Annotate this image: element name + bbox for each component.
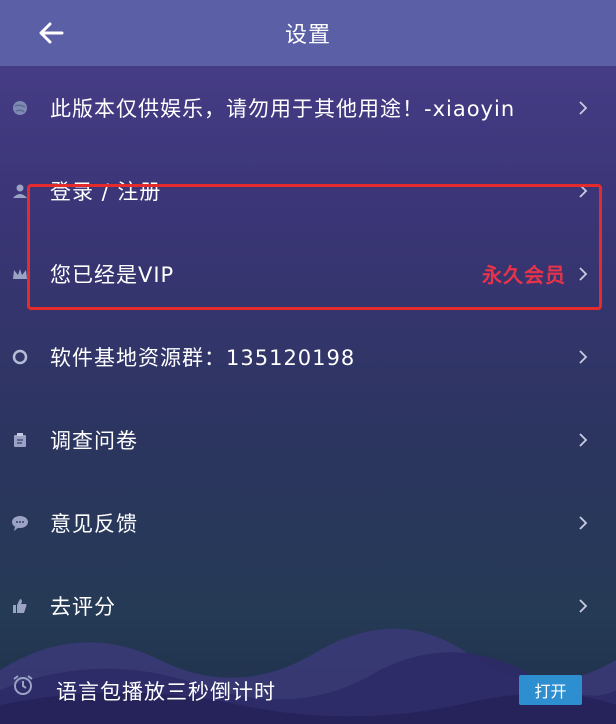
alarm-clock-icon [12, 674, 34, 700]
chevron-right-icon [576, 513, 590, 533]
countdown-setting-row: 语言包播放三秒倒计时 打开 [0, 652, 616, 724]
clipboard-icon [10, 430, 30, 450]
circle-icon [10, 347, 30, 367]
chevron-right-icon [576, 430, 590, 450]
settings-item-label: 此版本仅供娱乐，请勿用于其他用途！-xiaoyin [50, 96, 516, 121]
settings-item-label: 意见反馈 [50, 511, 138, 536]
settings-item-label: 调查问卷 [50, 428, 138, 453]
countdown-toggle-button[interactable]: 打开 [519, 675, 582, 705]
user-icon [10, 181, 30, 201]
chevron-right-icon [576, 264, 590, 284]
chat-bubble-icon [10, 513, 30, 533]
settings-item-vip[interactable]: 您已经是VIP 永久会员 [0, 232, 616, 315]
settings-item-label: 软件基地资源群：135120198 [50, 345, 356, 370]
page-title: 设置 [284, 23, 331, 48]
vip-status-badge: 永久会员 [482, 263, 566, 287]
settings-item-disclaimer[interactable]: 此版本仅供娱乐，请勿用于其他用途！-xiaoyin [0, 66, 616, 149]
settings-item-group[interactable]: 软件基地资源群：135120198 [0, 315, 616, 398]
crown-icon [10, 264, 30, 284]
app-header: 设置 [0, 0, 616, 66]
settings-item-login[interactable]: 登录 / 注册 [0, 149, 616, 232]
back-button[interactable] [34, 16, 68, 50]
settings-list: 此版本仅供娱乐，请勿用于其他用途！-xiaoyin 登录 / 注册 您已经是VI… [0, 66, 616, 647]
settings-item-label: 登录 / 注册 [50, 179, 162, 204]
chevron-right-icon [576, 181, 590, 201]
countdown-setting-label: 语言包播放三秒倒计时 [56, 680, 276, 704]
chevron-right-icon [576, 347, 590, 367]
chevron-right-icon [576, 98, 590, 118]
arrow-left-icon [39, 22, 64, 44]
globe-icon [10, 98, 30, 118]
settings-item-survey[interactable]: 调查问卷 [0, 398, 616, 481]
settings-item-feedback[interactable]: 意见反馈 [0, 481, 616, 564]
settings-item-label: 您已经是VIP [50, 262, 175, 287]
